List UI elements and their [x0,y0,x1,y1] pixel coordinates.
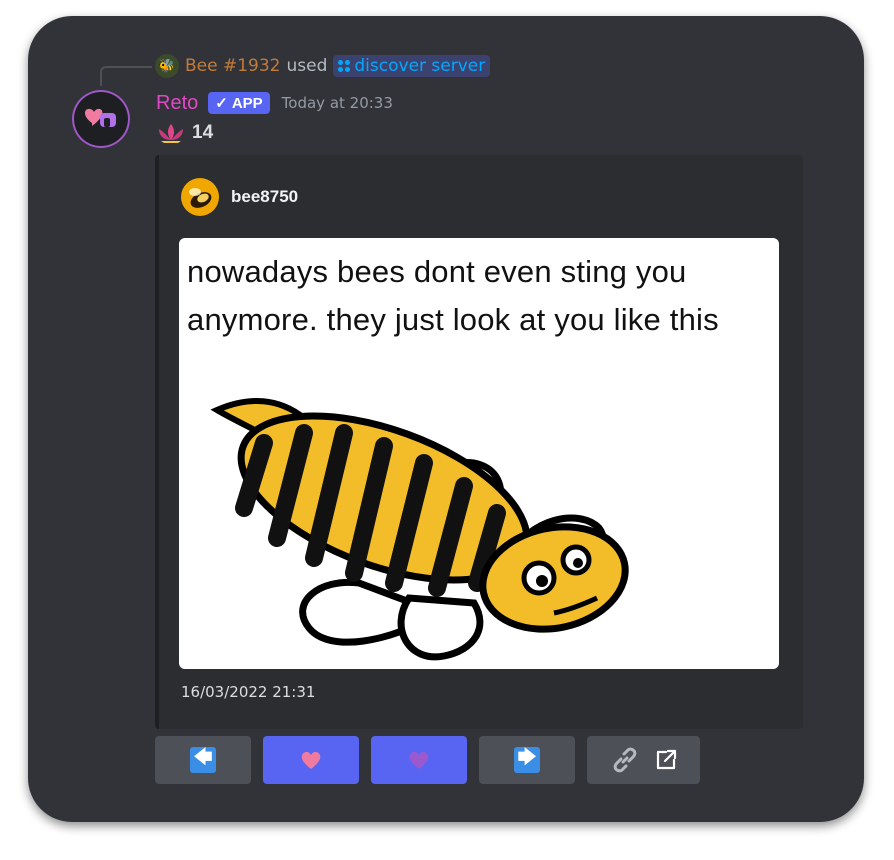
next-button[interactable]: 🡆 [479,736,575,784]
slash-command[interactable]: discover server [333,55,491,77]
embed-author-name[interactable]: bee8750 [231,187,298,207]
app-badge-label: APP [231,94,263,112]
author-avatar[interactable] [72,90,130,148]
embed-footer-timestamp: 16/03/2022 21:31 [181,683,316,701]
author-name[interactable]: Reto [156,92,198,115]
interaction-reply: 🐝 Bee #1932 used discover server [155,53,491,79]
app-badge: ✓ APP [208,92,270,114]
interaction-user-avatar[interactable]: 🐝 [155,54,179,78]
action-row: 🡄 🡆 [155,736,700,784]
interaction-user[interactable]: Bee #1932 [185,56,281,76]
reply-connector [100,66,152,86]
link-button[interactable] [587,736,700,784]
purple-heart-icon [409,751,429,769]
check-icon: ✓ [215,95,228,112]
message-header: Reto ✓ APP Today at 20:33 [156,90,393,116]
bee-illustration [210,398,629,661]
arrow-right-icon: 🡆 [514,747,540,773]
external-link-icon [656,749,676,770]
embed-author-avatar[interactable] [181,178,219,216]
heart-icon [301,751,321,769]
superlike-button[interactable] [371,736,467,784]
lotus-icon [159,124,183,143]
embed-image[interactable]: nowadays bees dont even sting you anymor… [179,238,779,669]
embed-author: bee8750 [181,178,298,216]
reaction-counter: 14 [156,122,213,144]
previous-button[interactable]: 🡄 [155,736,251,784]
reaction-count: 14 [192,122,214,143]
command-name: discover server [354,56,486,76]
message-timestamp: Today at 20:33 [281,94,393,112]
link-icon [613,747,636,773]
command-icon [338,60,351,72]
meme-caption: nowadays bees dont even sting you anymor… [187,254,719,337]
interaction-used-text: used [286,56,328,76]
like-button[interactable] [263,736,359,784]
arrow-left-icon: 🡄 [190,747,216,773]
embed: bee8750 nowadays bees dont even sting yo… [155,155,803,729]
